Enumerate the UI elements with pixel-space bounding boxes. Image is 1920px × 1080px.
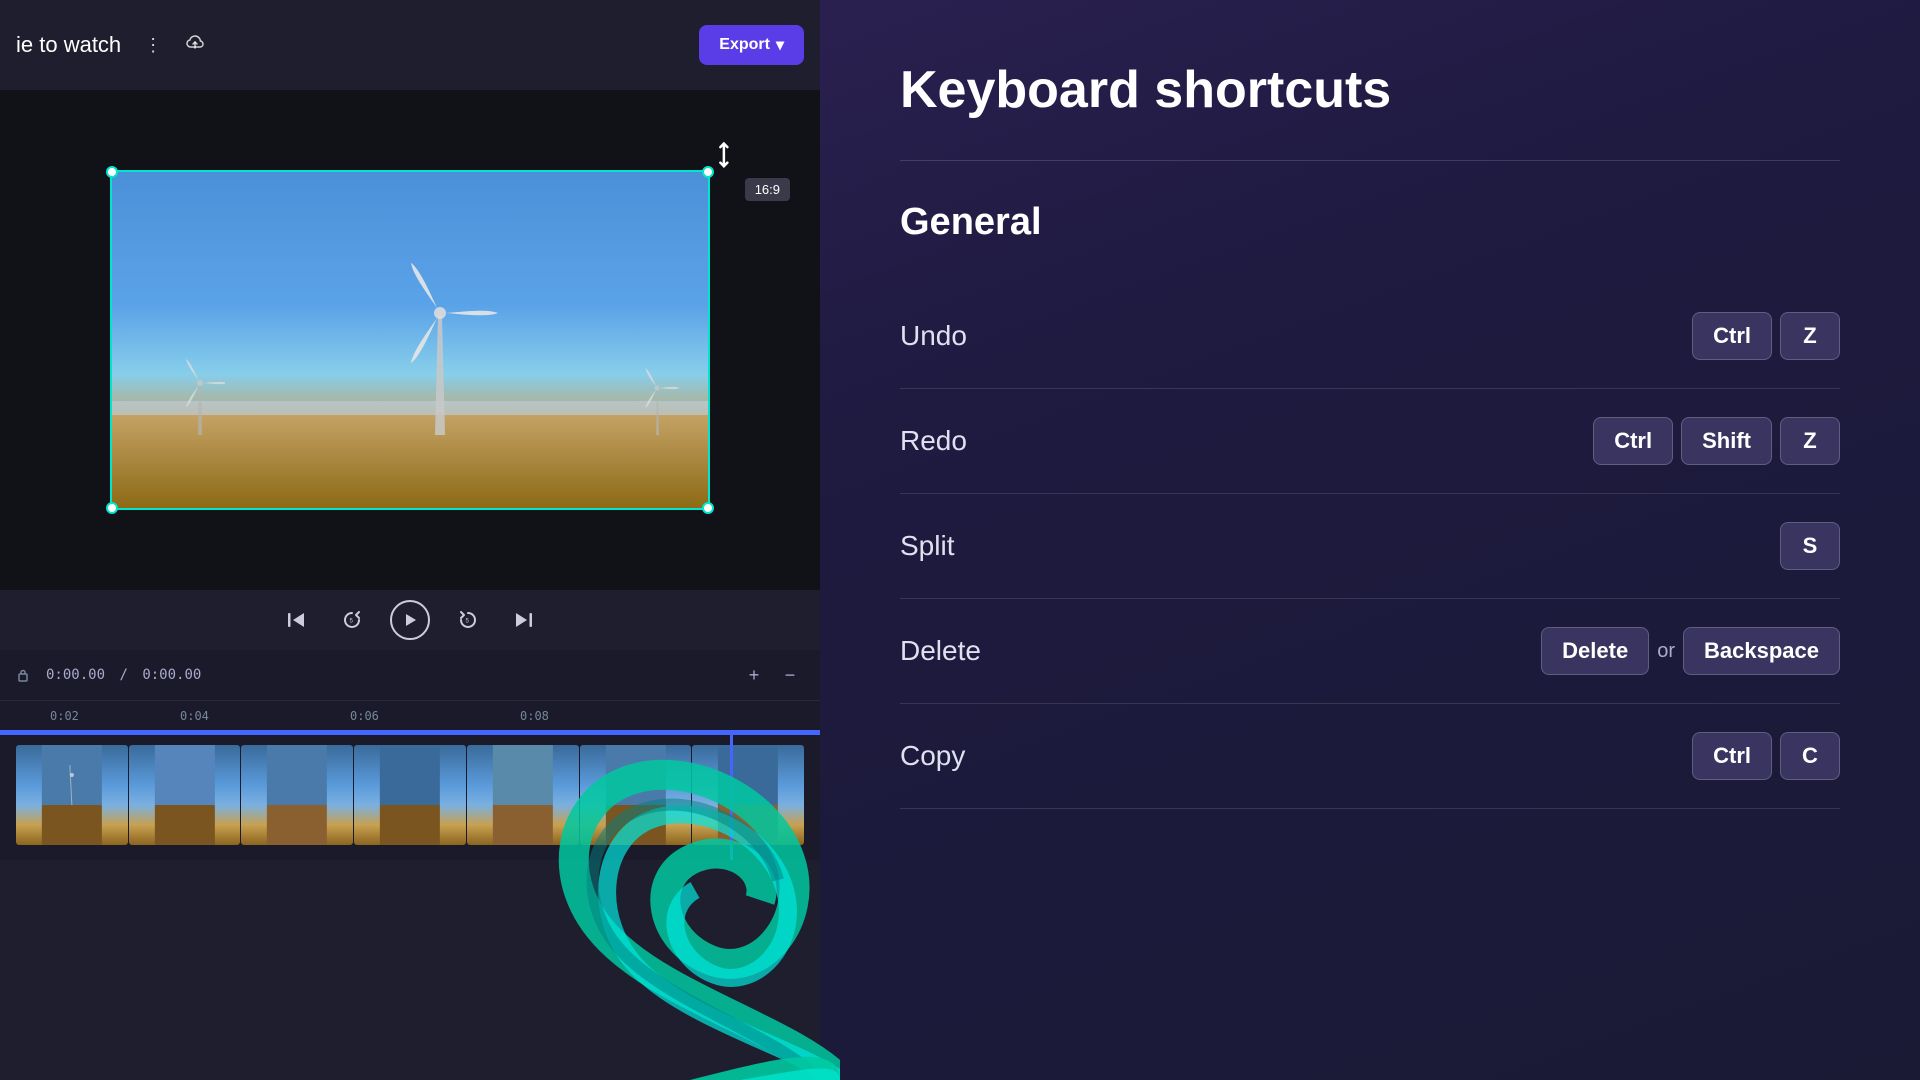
export-dropdown-icon: ▾ — [776, 35, 784, 55]
total-time: 0:00.00 — [142, 667, 201, 683]
shortcut-name-undo: Undo — [900, 320, 967, 352]
filmstrip-thumb-5 — [467, 745, 579, 845]
key-backspace: Backspace — [1683, 627, 1840, 675]
time-mark-1: 0:02 — [50, 709, 79, 723]
shortcut-row-delete: Delete Delete or Backspace — [900, 599, 1840, 704]
filmstrip-thumb-6 — [580, 745, 692, 845]
or-text-delete: or — [1657, 640, 1675, 663]
editor-panel: ie to watch ⋮ Export ▾ — [0, 0, 820, 1080]
filmstrip-area — [0, 730, 820, 860]
more-options-icon: ⋮ — [144, 35, 162, 56]
windmill-main — [380, 255, 500, 435]
shortcut-keys-undo: Ctrl Z — [1692, 312, 1840, 360]
time-display: 0:00.00 / 0:00.00 — [46, 667, 201, 683]
replay-5-button[interactable]: 5 — [334, 602, 370, 638]
key-ctrl-undo: Ctrl — [1692, 312, 1772, 360]
filmstrip-thumb-2 — [129, 745, 241, 845]
current-time: 0:00.00 — [46, 667, 105, 683]
shortcut-name-delete: Delete — [900, 635, 981, 667]
time-separator: / — [119, 667, 127, 683]
key-s-split: S — [1780, 522, 1840, 570]
video-preview: 16:9 — [0, 90, 820, 590]
forward-5-button[interactable]: 5 — [450, 602, 486, 638]
play-button[interactable] — [390, 600, 430, 640]
shortcuts-divider — [900, 160, 1840, 161]
filmstrip-thumb-1 — [16, 745, 128, 845]
key-z-redo: Z — [1780, 417, 1840, 465]
shortcuts-panel-title: Keyboard shortcuts — [900, 60, 1840, 120]
timeline-controls: + − — [740, 661, 804, 689]
key-ctrl-copy: Ctrl — [1692, 732, 1772, 780]
shortcut-keys-split: S — [1780, 522, 1840, 570]
shortcut-keys-copy: Ctrl C — [1692, 732, 1840, 780]
shortcut-row-redo: Redo Ctrl Shift Z — [900, 389, 1840, 494]
key-shift-redo: Shift — [1681, 417, 1772, 465]
svg-text:5: 5 — [350, 619, 354, 625]
cloud-upload-button[interactable] — [179, 29, 211, 61]
cloud-upload-icon — [184, 34, 206, 57]
aspect-ratio-badge: 16:9 — [745, 178, 790, 201]
controls-bar: 5 5 — [0, 590, 820, 650]
key-delete: Delete — [1541, 627, 1649, 675]
svg-text:5: 5 — [466, 619, 470, 625]
key-z-undo: Z — [1780, 312, 1840, 360]
shortcut-row-copy: Copy Ctrl C — [900, 704, 1840, 809]
filmstrip-thumb-4 — [354, 745, 466, 845]
zoom-in-button[interactable]: + — [740, 661, 768, 689]
skip-to-start-button[interactable] — [278, 602, 314, 638]
lock-icon — [16, 668, 30, 682]
timeline-area: 0:00.00 / 0:00.00 + − — [0, 650, 820, 700]
shortcuts-panel: Keyboard shortcuts General Undo Ctrl Z R… — [820, 0, 1920, 1080]
shortcut-row-undo: Undo Ctrl Z — [900, 284, 1840, 389]
key-c-copy: C — [1780, 732, 1840, 780]
editor-header: ie to watch ⋮ Export ▾ — [0, 0, 820, 90]
windmill-left-small — [175, 355, 225, 435]
header-icons: ⋮ — [137, 29, 211, 61]
time-mark-2: 0:04 — [180, 709, 209, 723]
zoom-out-button[interactable]: − — [776, 661, 804, 689]
skip-to-end-button[interactable] — [506, 602, 542, 638]
lock-icon-container — [16, 668, 30, 682]
export-label: Export — [719, 36, 770, 54]
windmill-right-small — [635, 365, 680, 435]
playhead-indicator — [730, 730, 733, 860]
time-mark-4: 0:08 — [520, 709, 549, 723]
shortcuts-section-general-title: General — [900, 201, 1840, 244]
video-canvas: 16:9 — [110, 170, 710, 510]
shortcut-name-copy: Copy — [900, 740, 965, 772]
windmill-scene — [110, 170, 710, 510]
shortcut-keys-redo: Ctrl Shift Z — [1593, 417, 1840, 465]
shortcut-row-split: Split S — [900, 494, 1840, 599]
resize-handle-icon[interactable] — [707, 138, 745, 176]
export-button[interactable]: Export ▾ — [699, 25, 804, 65]
filmstrip-thumb-7 — [692, 745, 804, 845]
shortcut-name-split: Split — [900, 530, 954, 562]
shortcut-name-redo: Redo — [900, 425, 967, 457]
time-ruler: 0:02 0:04 0:06 0:08 — [0, 700, 820, 730]
project-title: ie to watch — [16, 32, 121, 58]
filmstrip-thumb-3 — [241, 745, 353, 845]
key-ctrl-redo: Ctrl — [1593, 417, 1673, 465]
shortcut-keys-delete: Delete or Backspace — [1541, 627, 1840, 675]
more-options-button[interactable]: ⋮ — [137, 29, 169, 61]
time-mark-3: 0:06 — [350, 709, 379, 723]
